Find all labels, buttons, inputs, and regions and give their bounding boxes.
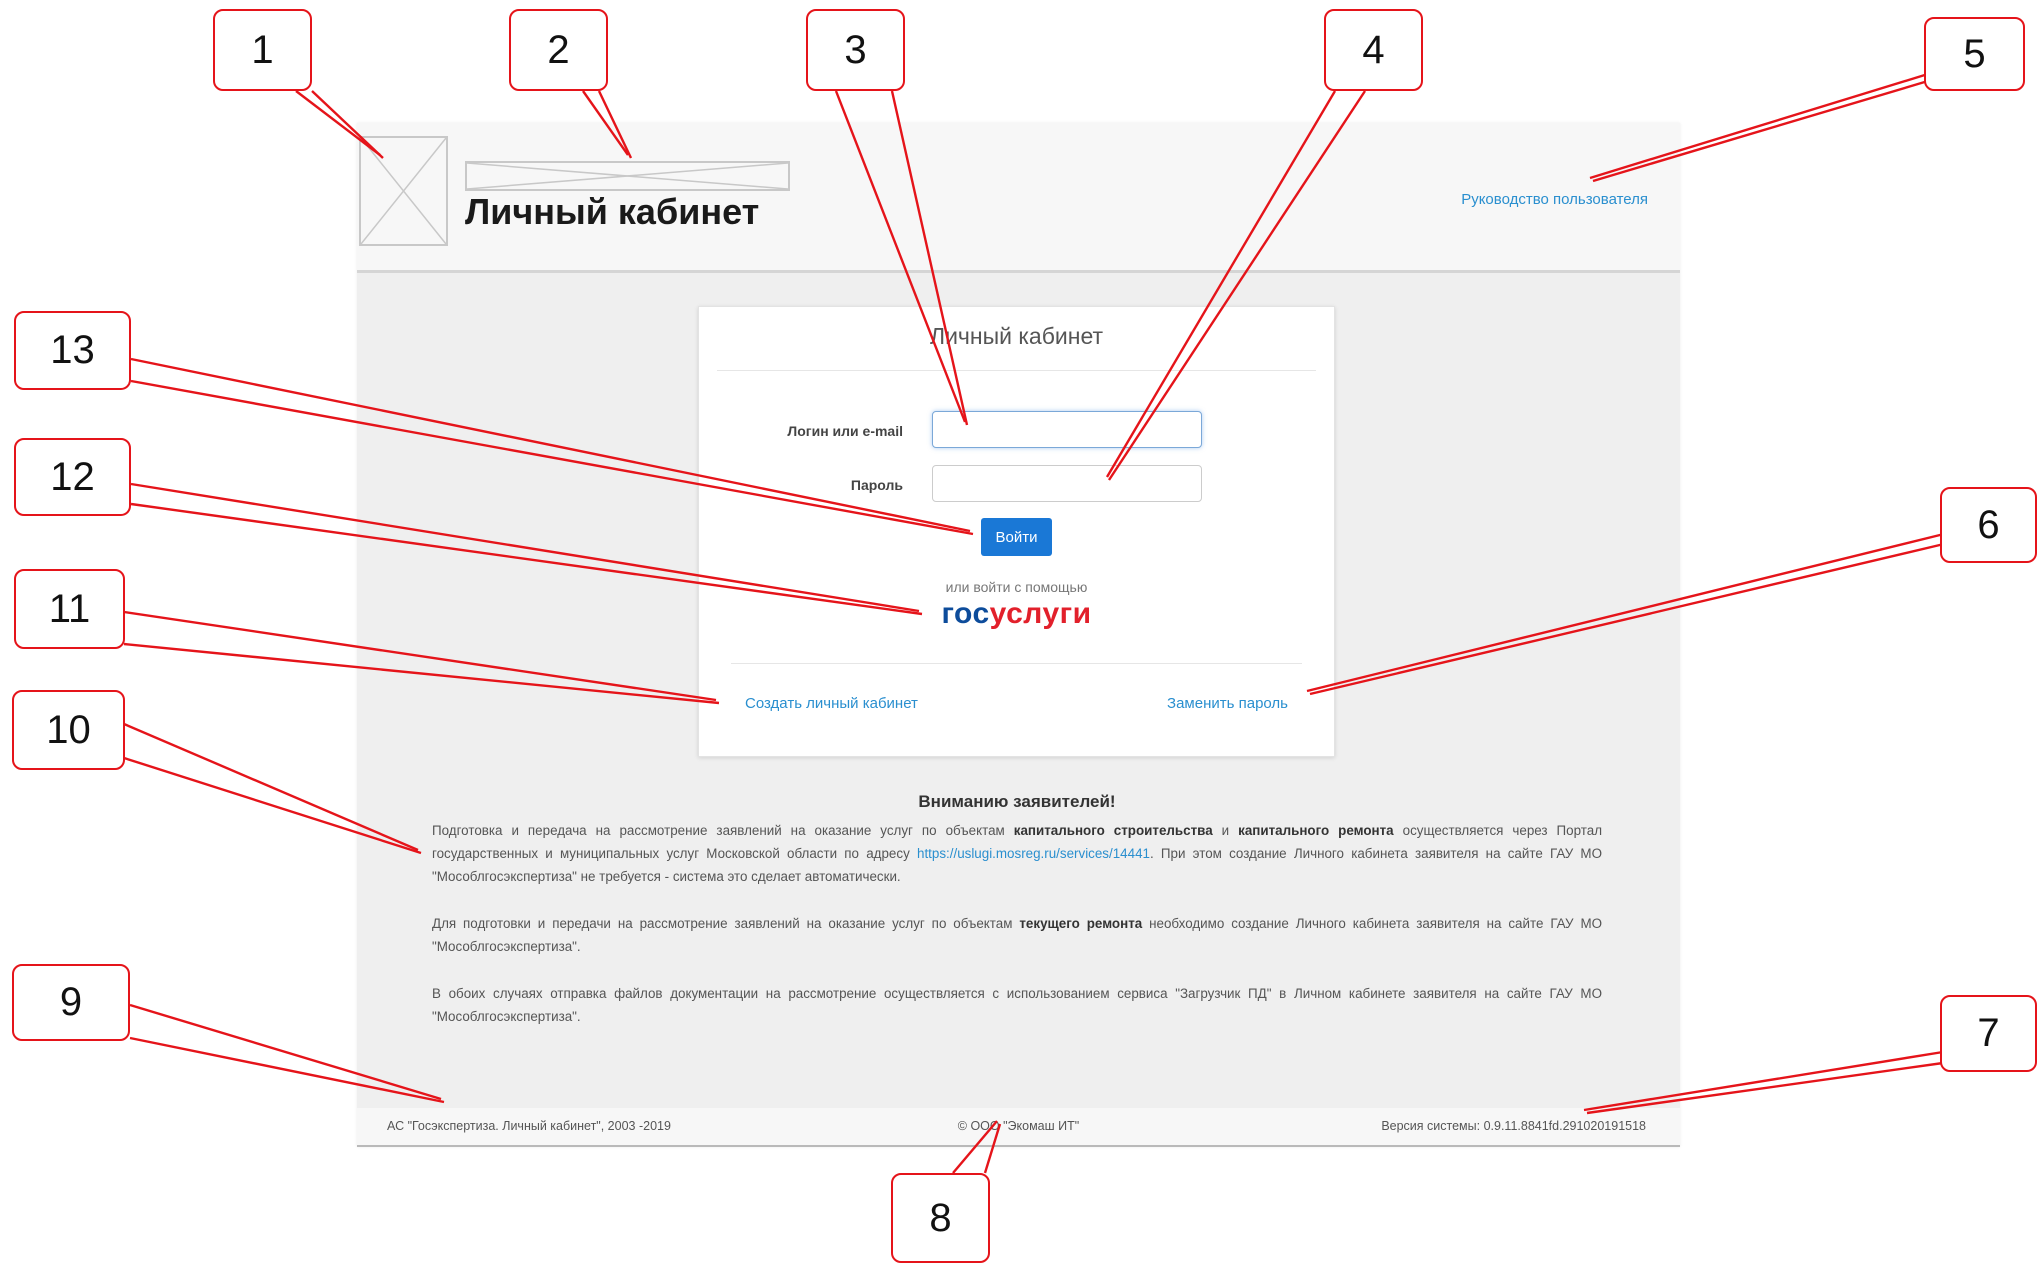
- callout-10: 10: [12, 690, 125, 770]
- callout-4: 4: [1324, 9, 1423, 91]
- callout-7: 7: [1940, 995, 2037, 1072]
- card-footer-divider: [731, 663, 1302, 664]
- app-footer: АС "Госэкспертиза. Личный кабинет", 2003…: [357, 1108, 1680, 1145]
- gosuslugi-login-button[interactable]: госуслуги: [699, 597, 1334, 631]
- footer-version: Версия системы: 0.9.11.8841fd.2910201915…: [1381, 1119, 1646, 1133]
- app-header: Личный кабинет Руководство пользователя: [357, 123, 1680, 273]
- uslugi-mosreg-link[interactable]: https://uslugi.mosreg.ru/services/14441: [917, 846, 1150, 861]
- callout-1: 1: [213, 9, 312, 91]
- callout-2: 2: [509, 9, 608, 91]
- user-manual-link[interactable]: Руководство пользователя: [1461, 191, 1648, 208]
- callout-11: 11: [14, 569, 125, 649]
- card-title-divider: [717, 370, 1316, 371]
- notice-title: Вниманию заявителей!: [918, 792, 1116, 811]
- callout-12: 12: [14, 438, 131, 516]
- login-card-title: Личный кабинет: [929, 323, 1104, 349]
- notice-paragraph-1: Подготовка и передача на рассмотрение за…: [432, 823, 1603, 884]
- organization-name-image-placeholder: [465, 161, 790, 191]
- alt-login-text: или войти с помощью: [945, 579, 1088, 595]
- gosuslugi-logo-part2: услуги: [989, 597, 1092, 630]
- login-button[interactable]: Войти: [981, 518, 1052, 556]
- callout-13: 13: [14, 311, 131, 390]
- app-window: Личный кабинет Руководство пользователя …: [357, 123, 1680, 1147]
- applicant-notice: Вниманию заявителей! Подготовка и переда…: [432, 790, 1602, 1052]
- login-input[interactable]: [932, 411, 1202, 448]
- callout-8: 8: [891, 1173, 990, 1263]
- callout-6: 6: [1940, 487, 2037, 563]
- callout-3: 3: [806, 9, 905, 91]
- login-label: Логин или e-mail: [787, 423, 903, 439]
- create-account-link[interactable]: Создать личный кабинет: [745, 695, 918, 712]
- change-password-link[interactable]: Заменить пароль: [1167, 695, 1288, 712]
- callout-5: 5: [1924, 17, 2025, 91]
- site-title: Личный кабинет: [465, 191, 760, 232]
- gosuslugi-logo-part1: гос: [941, 597, 990, 630]
- login-card: Личный кабинет Логин или e-mail Пароль В…: [698, 306, 1335, 757]
- notice-paragraph-3: В обоих случаях отправка файлов документ…: [432, 986, 1602, 1024]
- password-label: Пароль: [850, 477, 903, 493]
- password-input[interactable]: [932, 465, 1202, 502]
- notice-paragraph-2: Для подготовки и передачи на рассмотрени…: [432, 916, 1603, 954]
- logo-image-placeholder: [359, 136, 448, 246]
- callout-9: 9: [12, 964, 130, 1041]
